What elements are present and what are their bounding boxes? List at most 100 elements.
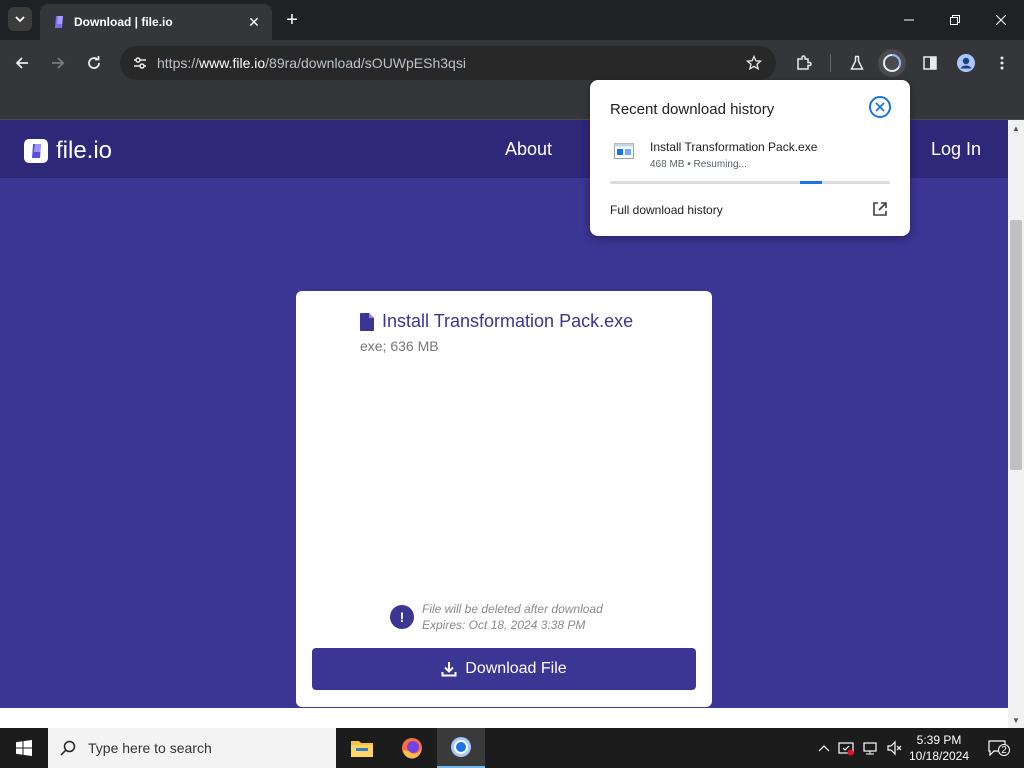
url-path: /89ra/download/sOUWpESh3qsi bbox=[265, 55, 466, 71]
deletion-notice: ! File will be deleted after download Ex… bbox=[390, 601, 603, 633]
reload-icon bbox=[88, 56, 100, 69]
nav-about-link[interactable]: About bbox=[505, 139, 552, 160]
shield-icon bbox=[838, 742, 854, 756]
downloads-bubble-title: Recent download history bbox=[610, 101, 775, 118]
fileio-favicon-icon bbox=[55, 16, 63, 28]
volume-tray-icon[interactable] bbox=[884, 738, 904, 758]
taskbar-search-box[interactable]: Type here to search bbox=[48, 728, 336, 768]
new-tab-button[interactable]: + bbox=[280, 8, 304, 32]
download-file-label: Download File bbox=[465, 660, 567, 677]
notice-text: File will be deleted after download Expi… bbox=[422, 601, 603, 633]
notification-center-button[interactable]: 2 bbox=[982, 738, 1012, 758]
clock-time: 5:39 PM bbox=[916, 733, 962, 747]
close-icon bbox=[996, 15, 1006, 25]
windows-taskbar: Type here to search 5:39 PM 10/18/2024 2 bbox=[0, 728, 1024, 768]
side-panel-button[interactable] bbox=[916, 49, 944, 77]
scroll-thumb[interactable] bbox=[1010, 220, 1022, 470]
url-scheme: https:// bbox=[157, 55, 200, 71]
firefox-icon bbox=[402, 738, 422, 759]
open-in-new-icon[interactable] bbox=[871, 200, 889, 218]
taskbar-search-placeholder: Type here to search bbox=[88, 740, 212, 756]
avatar-icon bbox=[957, 54, 975, 72]
volume-muted-icon bbox=[887, 740, 902, 756]
star-icon bbox=[746, 55, 762, 71]
close-tab-icon[interactable]: ✕ bbox=[244, 12, 264, 32]
minimize-button[interactable] bbox=[886, 0, 932, 40]
download-card: Install Transformation Pack.exe exe; 636… bbox=[296, 291, 712, 707]
search-icon bbox=[60, 740, 76, 756]
tune-icon bbox=[134, 57, 146, 69]
arrow-right-icon bbox=[52, 57, 65, 69]
taskbar-firefox[interactable] bbox=[388, 728, 436, 768]
taskbar-chrome[interactable] bbox=[437, 728, 485, 768]
scroll-up-icon[interactable]: ▲ bbox=[1008, 120, 1024, 136]
site-info-button[interactable] bbox=[128, 51, 152, 75]
download-progress-bar bbox=[610, 181, 890, 184]
download-file-button[interactable]: Download File bbox=[312, 648, 696, 690]
tab-strip: Download | file.io ✕ + bbox=[0, 0, 1024, 40]
puzzle-icon bbox=[797, 55, 812, 70]
start-button[interactable] bbox=[0, 728, 48, 768]
scroll-down-icon[interactable]: ▼ bbox=[1008, 712, 1024, 728]
close-window-button[interactable] bbox=[978, 0, 1024, 40]
flask-icon bbox=[850, 55, 864, 70]
taskbar-file-explorer[interactable] bbox=[338, 728, 386, 768]
windows-logo-icon bbox=[16, 740, 32, 756]
fileio-logo-icon bbox=[24, 139, 48, 163]
tab-active[interactable]: Download | file.io ✕ bbox=[40, 4, 272, 40]
taskbar-clock[interactable]: 5:39 PM 10/18/2024 bbox=[904, 732, 974, 764]
bookmark-button[interactable] bbox=[742, 51, 766, 75]
notice-line-deleted: File will be deleted after download bbox=[422, 602, 603, 616]
restore-button[interactable] bbox=[932, 0, 978, 40]
downloads-button[interactable] bbox=[878, 49, 906, 77]
extensions-button[interactable] bbox=[790, 49, 818, 77]
network-tray-icon[interactable] bbox=[860, 738, 880, 758]
close-bubble-button[interactable] bbox=[869, 96, 891, 118]
page-scrollbar[interactable]: ▲ ▼ bbox=[1008, 120, 1024, 728]
download-progress-icon bbox=[883, 53, 902, 72]
network-icon bbox=[863, 742, 877, 755]
full-download-history-link[interactable]: Full download history bbox=[610, 203, 723, 217]
show-hidden-icons-icon[interactable] bbox=[814, 738, 834, 758]
security-tray-icon[interactable] bbox=[836, 738, 856, 758]
toolbar-separator bbox=[830, 54, 831, 72]
chevron-up-icon bbox=[818, 745, 830, 752]
clock-date: 10/18/2024 bbox=[908, 749, 970, 763]
notification-count: 2 bbox=[998, 744, 1010, 756]
chrome-icon bbox=[451, 737, 471, 757]
forward-button[interactable] bbox=[44, 49, 72, 77]
notice-line-expires: Expires: Oct 18, 2024 3:38 PM bbox=[422, 618, 586, 632]
page-footer-strip bbox=[0, 708, 1008, 728]
profile-button[interactable] bbox=[952, 49, 980, 77]
address-bar[interactable]: https://www.file.io/89ra/download/sOUWpE… bbox=[120, 46, 776, 80]
nav-login-link[interactable]: Log In bbox=[931, 139, 981, 160]
arrow-left-icon bbox=[15, 57, 28, 69]
file-meta: exe; 636 MB bbox=[360, 338, 439, 354]
url-text: https://www.file.io/89ra/download/sOUWpE… bbox=[157, 55, 466, 71]
downloads-bubble: Recent download history Install Transfor… bbox=[590, 80, 910, 236]
download-item-name[interactable]: Install Transformation Pack.exe bbox=[650, 140, 817, 154]
minimize-icon bbox=[904, 19, 914, 21]
download-icon bbox=[441, 662, 457, 677]
more-vert-icon bbox=[1000, 56, 1004, 70]
file-title-row: Install Transformation Pack.exe bbox=[360, 311, 633, 332]
tab-search-button[interactable] bbox=[8, 7, 32, 31]
alert-icon: ! bbox=[390, 605, 414, 629]
download-item-status: 468 MB • Resuming... bbox=[650, 159, 747, 170]
file-icon bbox=[360, 312, 374, 331]
logo-text: file.io bbox=[56, 137, 113, 164]
url-host: www.file.io bbox=[199, 55, 266, 71]
close-icon bbox=[875, 102, 885, 112]
side-panel-icon bbox=[923, 56, 937, 70]
chevron-down-icon bbox=[15, 16, 25, 23]
site-logo[interactable]: file.io bbox=[24, 137, 112, 165]
file-name: Install Transformation Pack.exe bbox=[382, 311, 634, 331]
download-progress-fill bbox=[800, 181, 822, 184]
restore-icon bbox=[950, 15, 960, 25]
exe-file-icon bbox=[614, 143, 634, 159]
chrome-menu-button[interactable] bbox=[988, 49, 1016, 77]
reload-button[interactable] bbox=[80, 49, 108, 77]
labs-button[interactable] bbox=[843, 49, 871, 77]
back-button[interactable] bbox=[8, 49, 36, 77]
tab-title: Download | file.io bbox=[74, 15, 173, 29]
